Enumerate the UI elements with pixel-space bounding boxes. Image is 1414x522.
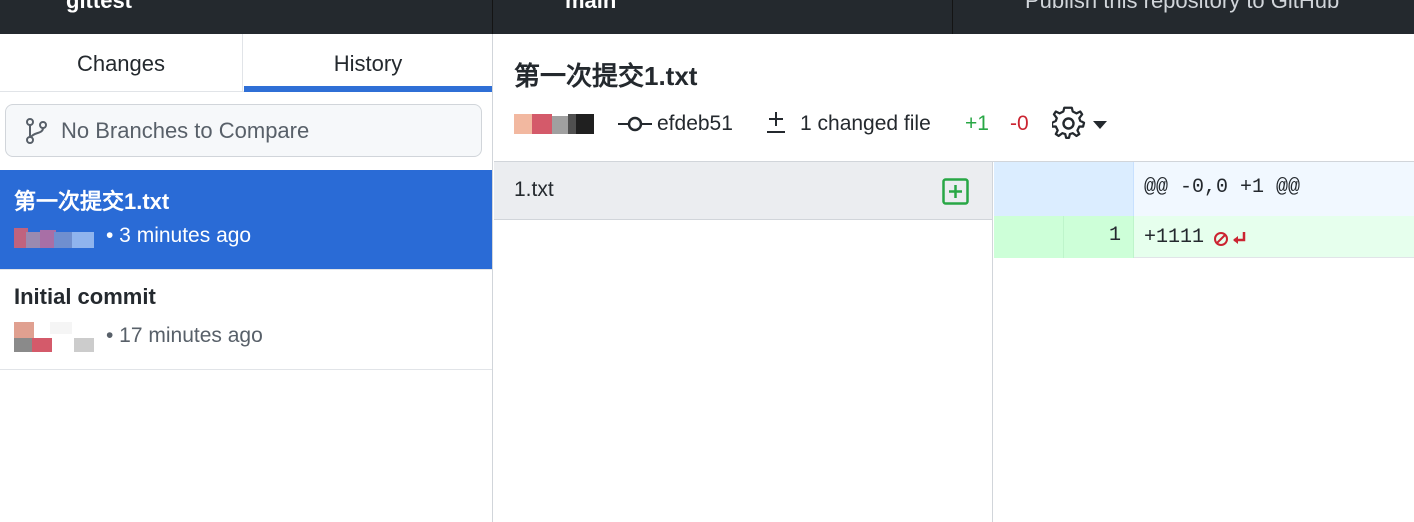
lines-added: +1: [965, 112, 989, 135]
tab-selected-indicator: [244, 86, 492, 92]
author-avatar: [14, 228, 94, 248]
commit-list-item[interactable]: 第一次提交1.txt • 3 minutes ago: [0, 170, 492, 270]
commit-title: Initial commit: [14, 284, 156, 309]
tab-changes[interactable]: Changes: [0, 34, 243, 92]
gear-icon[interactable]: [1052, 106, 1086, 142]
new-line-number-cell: 1: [1064, 216, 1134, 258]
chevron-down-icon[interactable]: [1092, 120, 1108, 130]
diff-line-text: +1111: [1144, 226, 1205, 249]
commit-summary-title: 第一次提交1.txt: [514, 61, 698, 91]
branch-compare-placeholder: No Branches to Compare: [61, 118, 310, 143]
commit-sha[interactable]: efdeb51: [657, 112, 733, 136]
git-branch-icon: [26, 118, 47, 144]
changed-files-count: 1 changed file: [800, 112, 931, 135]
app-toolbar: gittest main Publish this repository to …: [0, 0, 1414, 34]
no-newline-icon: [1214, 232, 1246, 246]
author-avatar: [514, 114, 594, 134]
commit-title: 第一次提交1.txt: [14, 189, 170, 214]
repository-dropdown[interactable]: gittest: [0, 0, 493, 34]
file-name: 1.txt: [514, 178, 554, 201]
repository-name: gittest: [66, 0, 132, 13]
tab-changes-label: Changes: [76, 51, 166, 76]
commit-detail-pane: 第一次提交1.txt efdeb51 1 changed file +1 -0: [494, 34, 1414, 522]
old-line-number: [994, 216, 1064, 258]
branch-compare-input[interactable]: No Branches to Compare: [5, 104, 482, 157]
sidebar-tabs: Changes History: [0, 34, 492, 92]
commit-meta-row: efdeb51 1 changed file +1 -0: [494, 106, 1414, 142]
diff-line-added[interactable]: 1 +1111: [994, 216, 1414, 258]
changed-files-list: 1.txt: [494, 162, 993, 522]
diff-hunk-header: @@ -0,0 +1 @@: [994, 162, 1414, 216]
new-line-number: 1: [1108, 224, 1121, 247]
lines-removed: -0: [1010, 112, 1029, 135]
hunk-gutter: [994, 162, 1134, 216]
author-avatar: [14, 322, 94, 352]
commit-list-item[interactable]: Initial commit • 17 minutes ago: [0, 270, 492, 370]
publish-label: Publish this repository to GitHub: [1025, 0, 1340, 13]
file-list-item[interactable]: 1.txt: [494, 162, 992, 220]
hunk-header-text: @@ -0,0 +1 @@: [1144, 176, 1301, 199]
commit-time: • 17 minutes ago: [106, 324, 263, 347]
commit-time: • 3 minutes ago: [106, 224, 252, 247]
diff-icon: [767, 112, 785, 133]
diff-added-icon: [942, 178, 969, 205]
tab-history-label: History: [333, 51, 403, 76]
branch-name: main: [565, 0, 617, 13]
commit-summary-header: 第一次提交1.txt efdeb51 1 changed file +1 -0: [494, 34, 1414, 162]
tab-history[interactable]: History: [244, 34, 492, 92]
sidebar: Changes History No Branches to Compare 第…: [0, 34, 493, 522]
diff-view: @@ -0,0 +1 @@ 1 +1111: [994, 162, 1414, 522]
branch-dropdown[interactable]: main: [493, 0, 953, 34]
publish-repository-button[interactable]: Publish this repository to GitHub: [953, 0, 1414, 34]
git-commit-icon: [618, 116, 652, 132]
